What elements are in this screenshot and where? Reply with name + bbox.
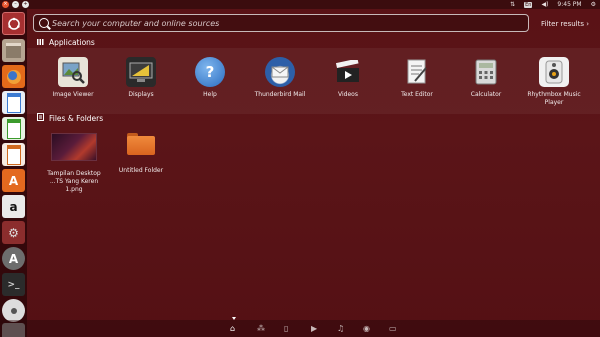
applications-lens-icon[interactable]: ⁂ (257, 324, 265, 333)
files-lens-icon[interactable]: ▯ (284, 324, 288, 333)
firefox-icon[interactable] (2, 65, 25, 88)
photos-lens-icon[interactable]: ◉ (363, 324, 370, 333)
rhythmbox-icon (539, 57, 569, 87)
image-file-thumbnail (51, 133, 97, 161)
applications-heading-label: Applications (49, 38, 95, 47)
app-label: Calculator (470, 91, 502, 98)
writer-icon[interactable] (2, 91, 25, 114)
search-input[interactable] (52, 16, 522, 30)
help-icon: ? (195, 57, 225, 87)
file-tampilan-desktop[interactable]: Tampilan Desktop ...TS Yang Keren 1.png (42, 133, 106, 194)
app-thunderbird[interactable]: Thunderbird Mail (249, 57, 311, 99)
files-category-icon (37, 113, 44, 123)
app-displays[interactable]: Displays (110, 57, 172, 99)
folder-label: Untitled Folder (118, 167, 164, 174)
files-folders-heading[interactable]: Files & Folders (37, 113, 103, 123)
window-controls: × – + (2, 1, 29, 8)
text-editor-icon (402, 57, 432, 87)
file-label: Tampilan Desktop ...TS Yang Keren 1.png (42, 170, 106, 194)
file-label-line2: ...TS Yang Keren 1.png (49, 178, 99, 193)
maximize-button[interactable]: + (22, 1, 29, 8)
launcher: A a ⚙ A >_ (0, 9, 27, 337)
videos-icon (333, 57, 363, 87)
app-label: Rhythmbox Music Player (527, 91, 581, 106)
close-button[interactable]: × (2, 1, 9, 8)
search-icon (39, 18, 49, 28)
keyboard-layout-indicator[interactable]: En (524, 1, 533, 8)
software-center-icon[interactable]: A (2, 169, 25, 192)
video-lens-icon[interactable]: ▶ (311, 324, 317, 333)
sound-icon[interactable]: ◀) (541, 1, 548, 8)
impress-icon[interactable] (2, 143, 25, 166)
folder-icon (127, 133, 155, 155)
terminal-icon[interactable]: >_ (2, 273, 25, 296)
app-label: Image Viewer (52, 91, 94, 98)
session-gear-icon[interactable]: ⚙ (591, 1, 596, 8)
dash-home-icon[interactable] (2, 12, 25, 35)
image-viewer-icon (58, 57, 88, 87)
files-folders-heading-label: Files & Folders (49, 113, 104, 123)
minimize-button[interactable]: – (12, 1, 19, 8)
clock[interactable]: 9:45 PM (557, 1, 581, 8)
app-image-viewer[interactable]: Image Viewer (42, 57, 104, 99)
filter-results-button[interactable]: Filter results › (541, 20, 589, 28)
top-panel: × – + ⇅ En ◀) 9:45 PM ⚙ (0, 0, 600, 9)
calculator-icon (471, 57, 501, 87)
app-label: Text Editor (401, 91, 433, 98)
home-lens-icon[interactable]: ⌂ (230, 324, 235, 333)
applications-category-icon (37, 38, 44, 47)
app-label: Videos (338, 91, 358, 98)
search-bar (33, 14, 529, 32)
panel-indicators: ⇅ En ◀) 9:45 PM ⚙ (510, 0, 596, 9)
app-text-editor[interactable]: Text Editor (386, 57, 448, 99)
updater-icon[interactable]: A (2, 247, 25, 270)
active-lens-marker (232, 317, 236, 320)
app-rhythmbox[interactable]: Rhythmbox Music Player (523, 57, 585, 107)
settings-icon[interactable]: ⚙ (2, 221, 25, 244)
file-label-line1: Tampilan Desktop (47, 170, 101, 177)
app-help[interactable]: ? Help (179, 57, 241, 99)
filter-results-label: Filter results (541, 20, 585, 28)
calc-icon[interactable] (2, 117, 25, 140)
network-icon[interactable]: ⇅ (510, 1, 515, 8)
app-label: Thunderbird Mail (254, 91, 306, 98)
lens-bar (0, 320, 600, 337)
files-icon[interactable] (2, 39, 25, 62)
chevron-right-icon: › (586, 20, 590, 28)
app-videos[interactable]: Videos (317, 57, 379, 99)
social-lens-icon[interactable]: ▭ (389, 324, 397, 333)
app-label: Displays (128, 91, 154, 98)
app-label: Help (203, 91, 217, 98)
amazon-icon[interactable]: a (2, 195, 25, 218)
applications-heading[interactable]: Applications (37, 38, 95, 47)
displays-icon (126, 57, 156, 87)
folder-untitled[interactable]: Untitled Folder (110, 133, 172, 175)
dvd-icon[interactable] (2, 299, 25, 322)
thunderbird-icon (265, 57, 295, 87)
music-lens-icon[interactable]: ♫ (337, 324, 344, 333)
app-calculator[interactable]: Calculator (455, 57, 517, 99)
